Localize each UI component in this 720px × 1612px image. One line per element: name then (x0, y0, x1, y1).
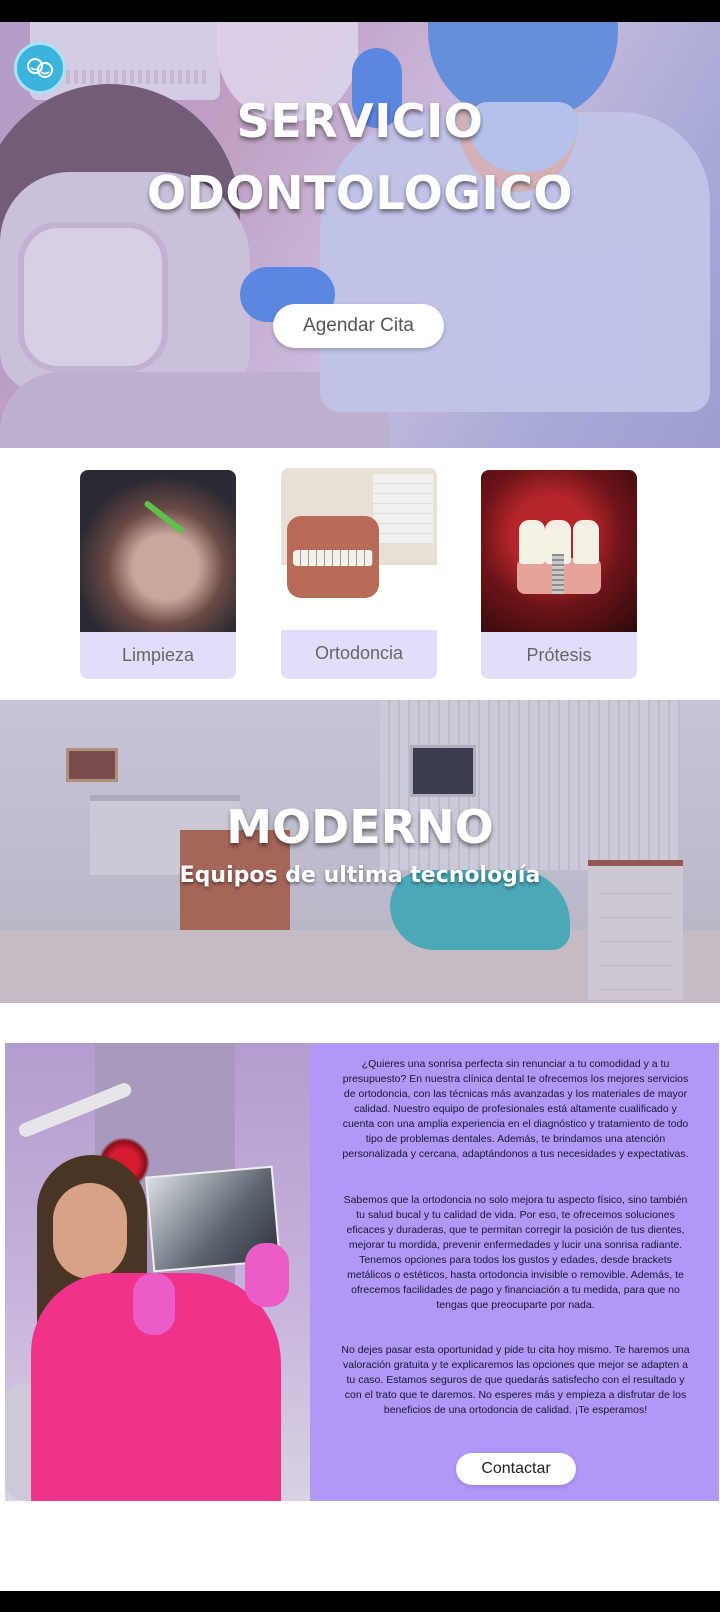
contactar-button[interactable]: Contactar (456, 1453, 576, 1485)
service-card-limpieza[interactable]: Limpieza (80, 470, 236, 679)
hero-title-line1: SERVICIO (236, 94, 484, 148)
tooth (519, 520, 545, 564)
agendar-cita-button[interactable]: Agendar Cita (273, 304, 444, 348)
info-paragraph-1: ¿Quieres una sonrisa perfecta sin renunc… (342, 1058, 689, 1160)
hero-overlay (0, 22, 720, 448)
service-card-ortodoncia[interactable]: Ortodoncia (281, 468, 437, 679)
braces-teeth (293, 550, 373, 566)
service-label: Prótesis (526, 644, 592, 665)
moderno-title: MODERNO (226, 800, 494, 854)
protesis-image (481, 470, 637, 632)
clinic-logo[interactable] (14, 42, 66, 94)
background-grid (373, 474, 433, 544)
tooth (573, 520, 599, 564)
dentist-face (53, 1183, 127, 1279)
pink-glove (245, 1243, 289, 1307)
smile-icon (27, 58, 53, 78)
ortodoncia-image (281, 468, 437, 630)
hero-title-line2: ODONTOLOGICO (147, 166, 573, 220)
service-card-protesis[interactable]: Prótesis (481, 470, 637, 679)
service-label: Ortodoncia (314, 642, 404, 663)
info-panel: ¿Quieres una sonrisa perfecta sin renunc… (310, 1043, 719, 1501)
hero-banner (0, 22, 720, 448)
service-label: Limpieza (121, 644, 195, 665)
pink-glove (133, 1273, 175, 1335)
implant-screw (552, 554, 564, 594)
dentist-xray-photo (5, 1043, 310, 1501)
info-paragraph-3: No dejes pasar esta oportunidad y pide t… (341, 1344, 690, 1416)
top-status-bar (0, 0, 720, 22)
bottom-navigation-bar (0, 1591, 720, 1612)
info-paragraph-2: Sabemos que la ortodoncia no solo mejora… (343, 1194, 688, 1311)
moderno-subtitle: Equipos de ultima tecnología (179, 863, 541, 888)
limpieza-image (80, 470, 236, 632)
